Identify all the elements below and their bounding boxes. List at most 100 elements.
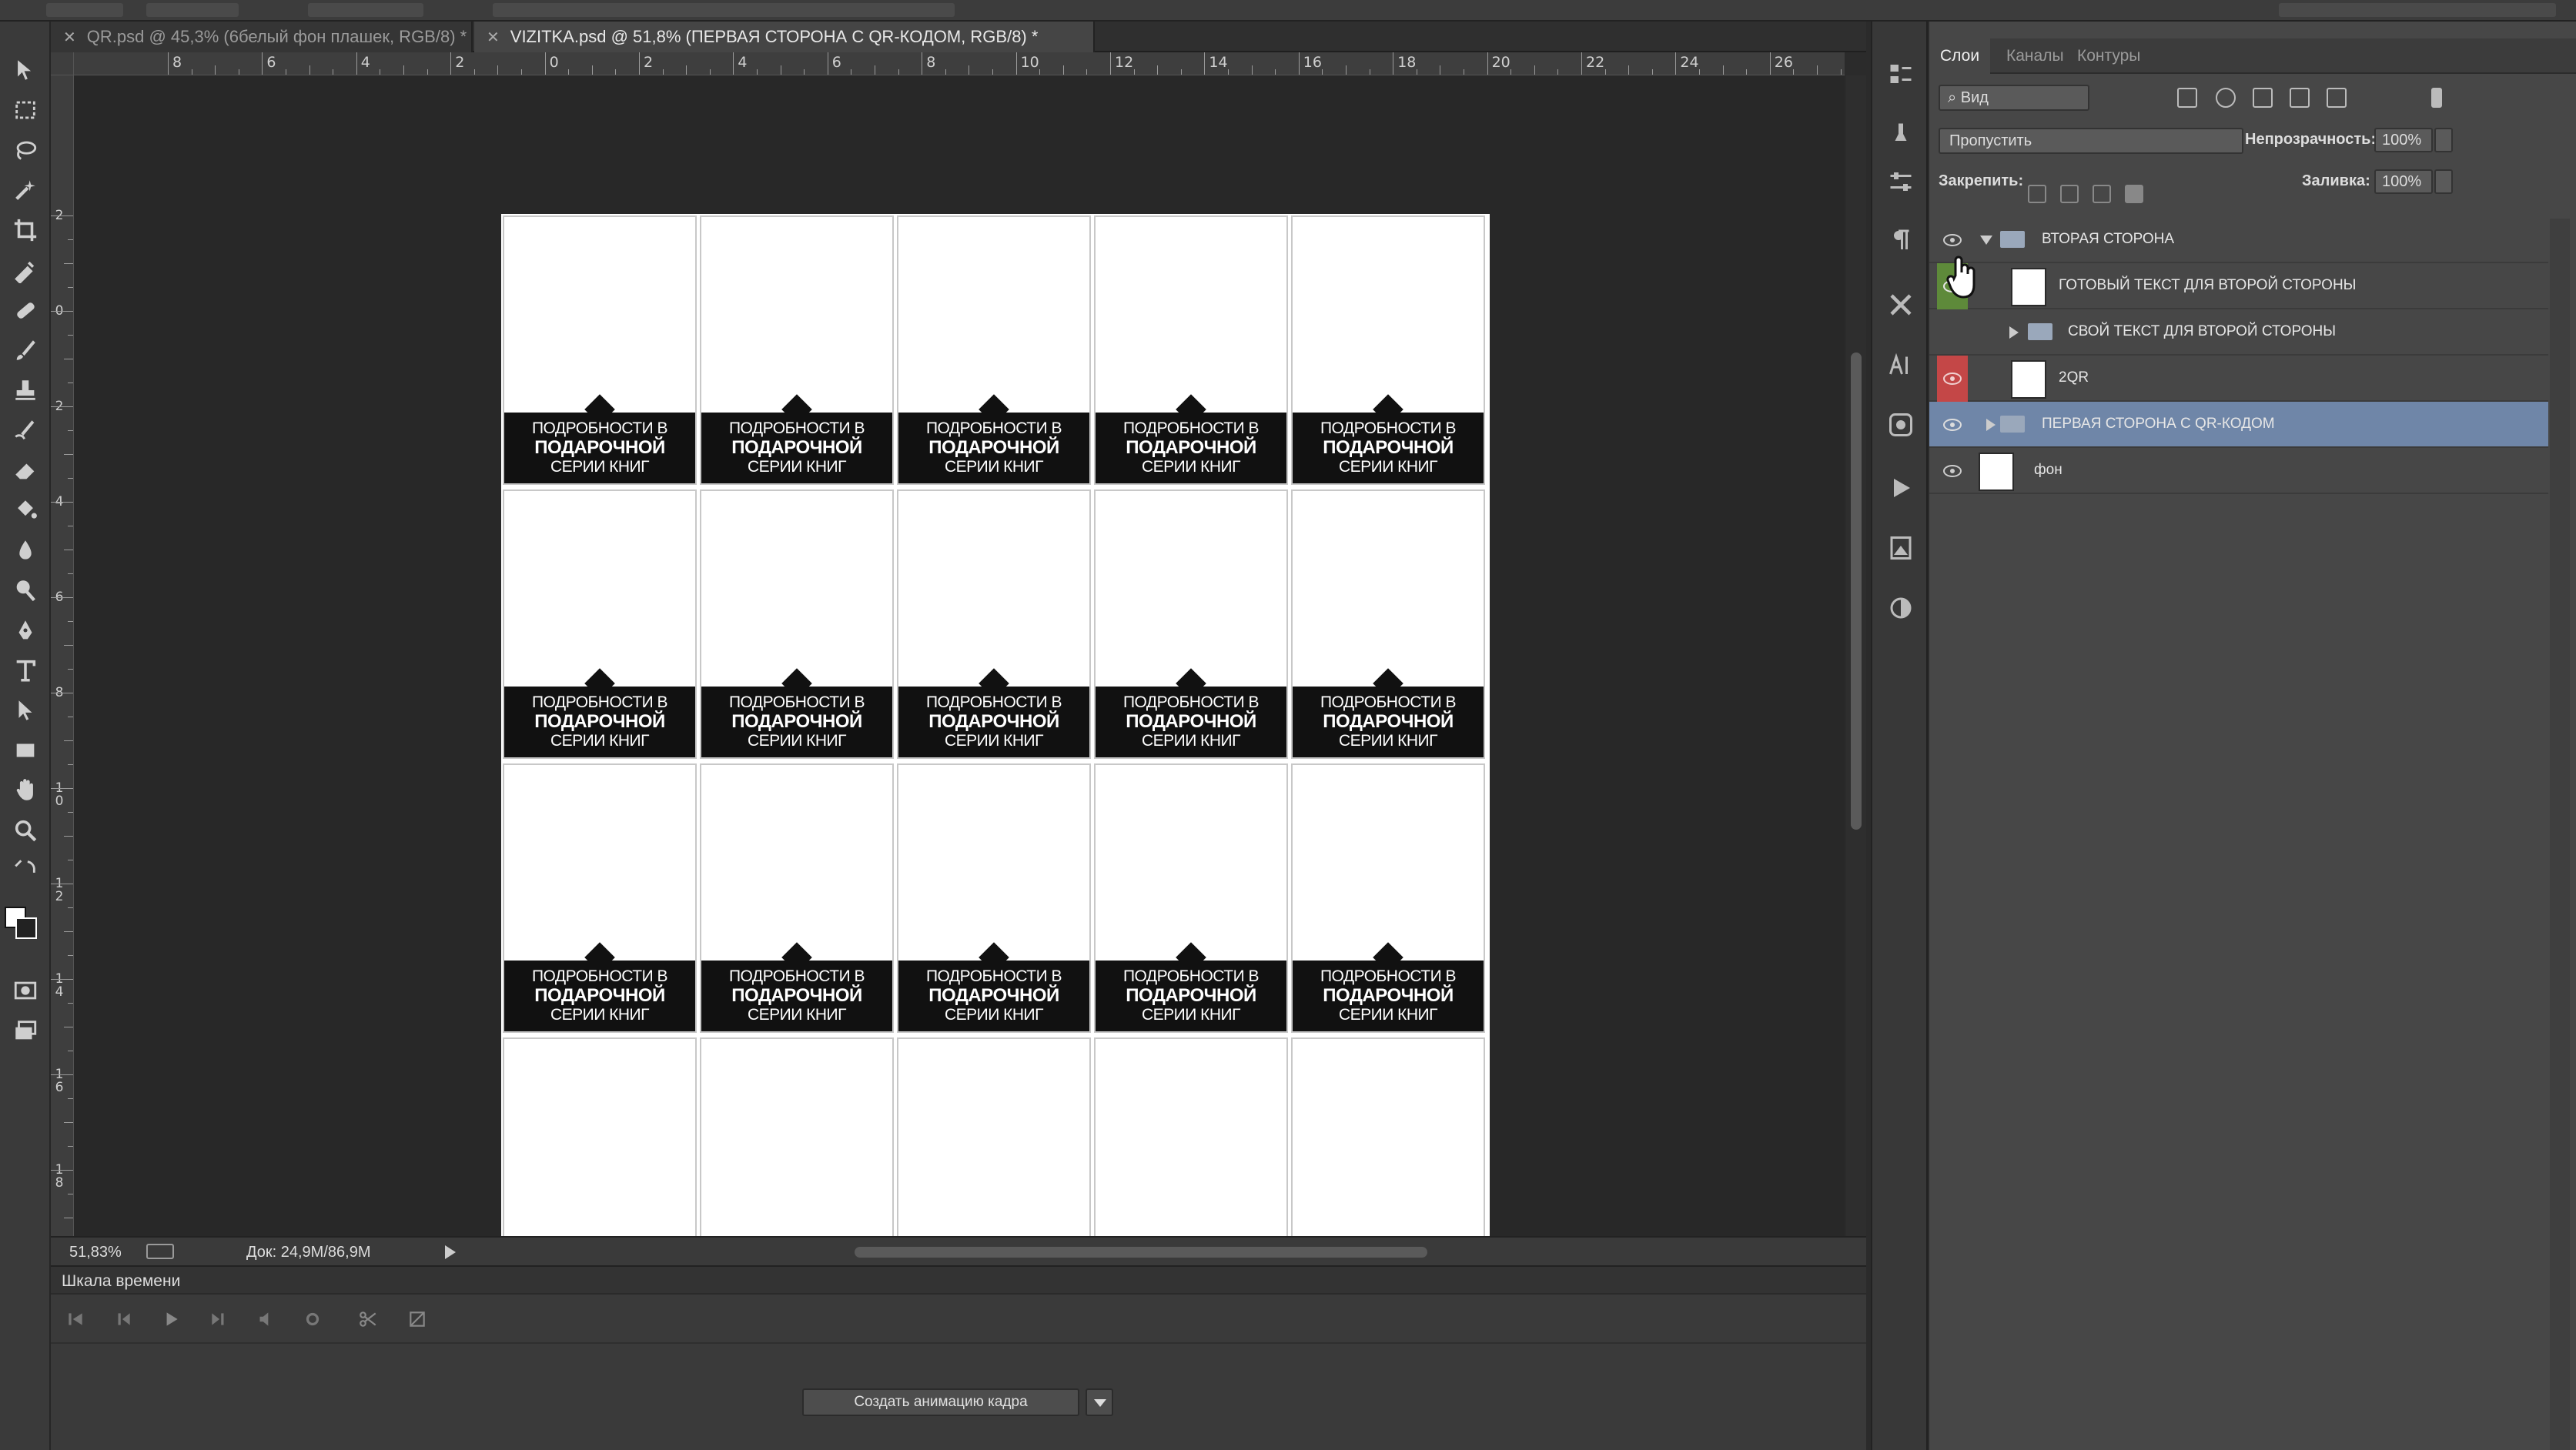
scrollbar-thumb[interactable] [1851,352,1862,830]
stamp-tool-icon[interactable] [6,373,45,408]
filter-adjustment-icon[interactable] [2216,88,2236,108]
filter-smart-object-icon[interactable] [2327,88,2347,108]
status-menu-arrow-icon[interactable] [445,1245,456,1259]
disclosure-open-icon[interactable] [1980,236,1992,245]
tab-paths[interactable]: Контуры [2066,38,2151,74]
lock-all-icon[interactable] [2125,185,2143,203]
color-circle-icon[interactable] [1884,591,1918,625]
proof-icon[interactable] [146,1244,174,1259]
fill-input[interactable]: 100% [2374,169,2433,194]
paragraph-icon[interactable] [1884,223,1918,257]
vertical-ruler[interactable]: 202468101214161820 [51,75,74,1245]
history-brush-icon[interactable] [6,413,45,448]
create-frame-animation-button[interactable]: Создать анимацию кадра [802,1388,1079,1416]
filter-pixel-icon[interactable] [2177,88,2197,108]
filter-shape-icon[interactable] [2290,88,2310,108]
canvas-area[interactable]: ПОДРОБНОСТИ В ПОДАРОЧНОЙ СЕРИИ КНИГ ПОДРОБН… [74,75,1845,1236]
options-control[interactable] [146,3,239,17]
quick-mask-icon[interactable] [6,973,45,1008]
lasso-tool-icon[interactable] [6,132,45,168]
eye-icon[interactable] [1937,356,1968,402]
filter-type-icon[interactable] [2253,88,2273,108]
options-control[interactable] [46,3,123,17]
chevron-down-icon[interactable] [1086,1388,1113,1416]
fill-dropdown[interactable] [2434,169,2453,194]
lock-pixels-icon[interactable] [2060,185,2079,203]
eye-icon[interactable] [1937,411,1968,439]
audio-icon[interactable] [249,1305,280,1333]
filter-toggle-icon[interactable] [2431,88,2442,108]
layer-filter-select[interactable]: ⌕ Вид [1939,85,2089,111]
screen-mode-icon[interactable] [6,1013,45,1048]
document-canvas[interactable]: ПОДРОБНОСТИ В ПОДАРОЧНОЙ СЕРИИ КНИГ ПОДРОБН… [501,214,1490,1236]
first-frame-icon[interactable] [60,1305,91,1333]
eraser-tool-icon[interactable] [6,453,45,488]
layers-scrollbar[interactable] [2550,219,2570,1450]
opacity-dropdown[interactable] [2434,128,2453,152]
pen-tool-icon[interactable] [6,613,45,648]
zoom-level[interactable]: 51,83% [69,1244,122,1261]
disclosure-closed-icon[interactable] [1986,419,1996,431]
close-icon[interactable]: ✕ [487,28,500,47]
brush-tool-icon[interactable] [6,332,45,368]
blur-tool-icon[interactable] [6,533,45,568]
dodge-tool-icon[interactable] [6,573,45,608]
play-action-icon[interactable] [1884,471,1918,505]
background-color-swatch[interactable] [15,917,37,939]
horizontal-scrollbar-thumb[interactable] [855,1247,1427,1258]
layer-comps-icon[interactable] [1884,531,1918,565]
lock-transparency-icon[interactable] [2028,185,2046,203]
marquee-tool-icon[interactable] [6,92,45,128]
layer-row[interactable]: СВОЙ ТЕКСТ ДЛЯ ВТОРОЙ СТОРОНЫ [1929,309,2548,356]
magic-wand-icon[interactable] [6,172,45,208]
document-tab-active[interactable]: ✕ VIZITKA.psd @ 51,8% (ПЕРВАЯ СТОРОНА С … [474,22,1095,52]
properties-icon[interactable] [1884,57,1918,91]
adjustments-sliders-icon[interactable] [1884,165,1918,199]
bucket-tool-icon[interactable] [6,493,45,528]
healing-brush-icon[interactable] [6,292,45,328]
character-icon[interactable] [1884,348,1918,382]
tab-layers[interactable]: Слои [1929,38,1991,74]
prev-frame-icon[interactable] [108,1305,139,1333]
rectangle-tool-icon[interactable] [6,733,45,768]
horizontal-ruler[interactable]: 86420246810121416182022242628 [74,52,1845,75]
disclosure-closed-icon[interactable] [2009,326,2019,339]
settings-gear-icon[interactable] [297,1305,328,1333]
layer-row[interactable]: фон [1929,448,2548,494]
brush-presets-icon[interactable] [1884,117,1918,151]
tools-cross-icon[interactable] [1884,288,1918,322]
split-scissors-icon[interactable] [353,1305,383,1333]
options-control[interactable] [308,3,423,17]
hidden-eye-slot[interactable] [1937,319,1968,346]
layer-row[interactable]: ГОТОВЫЙ ТЕКСТ ДЛЯ ВТОРОЙ СТОРОНЫ [1929,263,2548,309]
hand-tool-icon[interactable] [6,773,45,808]
vertical-scrollbar[interactable] [1846,75,1866,1236]
type-tool-icon[interactable] [6,653,45,688]
document-tab[interactable]: ✕ QR.psd @ 45,3% (6белый фон плашек, RGB… [51,22,473,52]
tab-channels[interactable]: Каналы [1996,38,2075,74]
layer-row[interactable]: ВТОРАЯ СТОРОНА [1929,217,2548,263]
ruler-origin[interactable] [51,52,74,75]
timeline-title[interactable]: Шкала времени [62,1272,180,1291]
eye-icon[interactable] [1937,226,1968,254]
move-tool-icon[interactable] [6,52,45,88]
workspace-switcher[interactable] [2279,3,2556,17]
eye-icon[interactable] [1937,457,1968,485]
crop-tool-icon[interactable] [6,212,45,248]
close-icon[interactable]: ✕ [63,28,76,47]
opacity-input[interactable]: 100% [2374,128,2433,152]
eyedropper-icon[interactable] [6,252,45,288]
layer-row-selected[interactable]: ПЕРВАЯ СТОРОНА С QR-КОДОМ [1929,402,2548,448]
swap-colors-icon[interactable] [6,859,45,882]
lock-position-icon[interactable] [2093,185,2111,203]
path-selection-icon[interactable] [6,693,45,728]
business-card [897,1037,1091,1236]
transition-icon[interactable] [402,1305,433,1333]
zoom-tool-icon[interactable] [6,813,45,848]
clone-source-icon[interactable] [1884,408,1918,442]
align-controls[interactable] [493,3,955,17]
next-frame-icon[interactable] [203,1305,234,1333]
play-icon[interactable] [156,1305,186,1333]
layer-row[interactable]: 2QR [1929,356,2548,402]
blend-mode-select[interactable]: Пропустить [1939,128,2243,154]
